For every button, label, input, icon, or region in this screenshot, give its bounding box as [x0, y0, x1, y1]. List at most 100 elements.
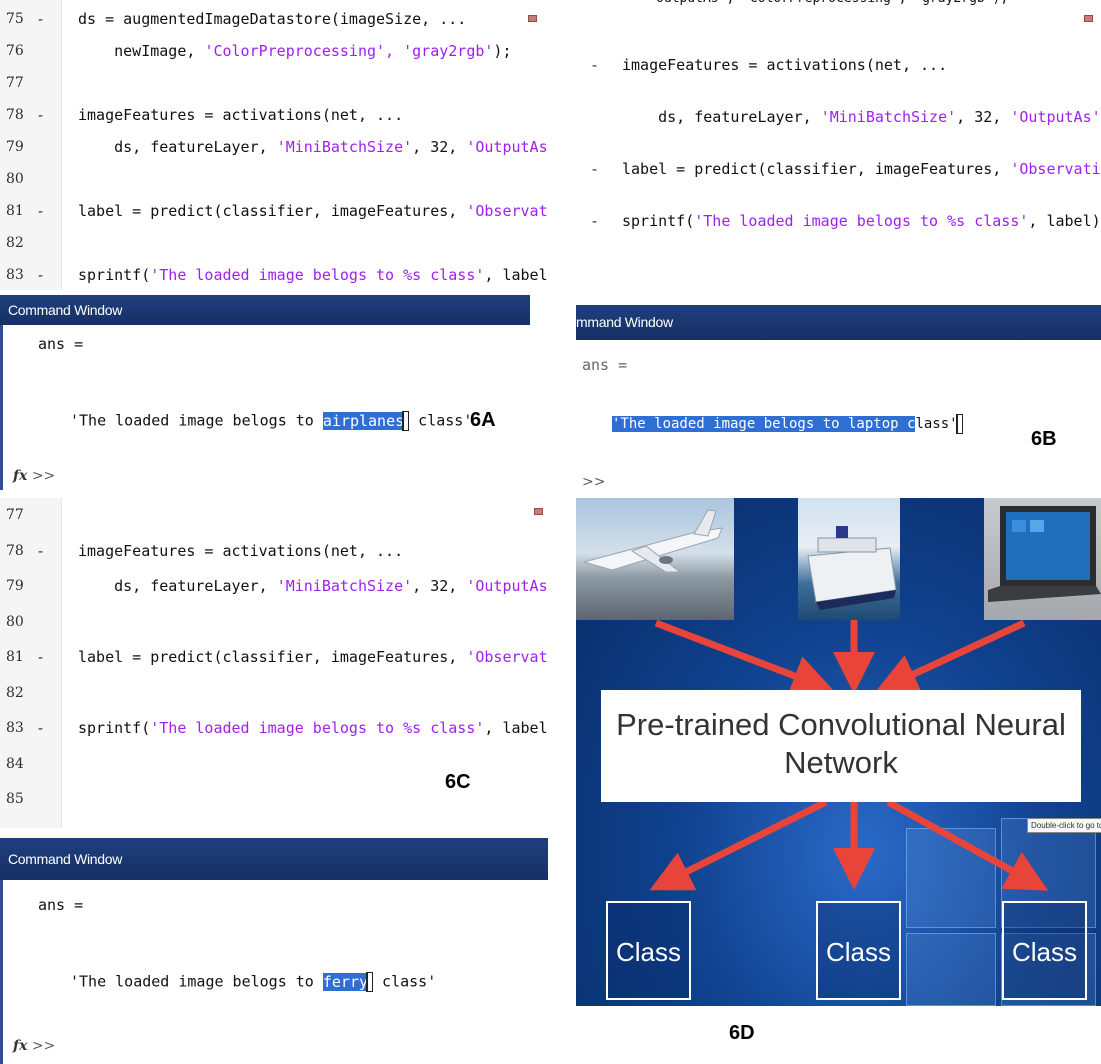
breakpoint-dash[interactable]: -: [36, 646, 45, 668]
figure-label-6c: 6C: [445, 771, 471, 793]
code-text: sprintf('The loaded image belogs to %s c…: [78, 266, 548, 284]
line-number: 81: [6, 203, 24, 219]
code-line[interactable]: 76 newImage, 'ColorPreprocessing', 'gray…: [0, 40, 548, 62]
code-line[interactable]: - label = predict(classifier, imageFeatur…: [576, 158, 1101, 180]
cnn-title-line2: Network: [784, 745, 898, 780]
command-window[interactable]: ans = 'The loaded image belogs to ferry …: [0, 880, 548, 1064]
class-box-3: Class 3: [1002, 901, 1087, 1000]
code-text: label = predict(classifier, imageFeature…: [78, 202, 548, 220]
figure-label-6d: 6D: [729, 1022, 755, 1044]
command-window-title[interactable]: mmand Window: [576, 305, 1101, 340]
breakpoint-dash[interactable]: -: [590, 54, 599, 76]
selected-text: ferry: [322, 972, 369, 991]
line-number: 77: [6, 75, 24, 91]
cnn-title-line1: Pre-trained Convolutional Neural: [616, 707, 1066, 742]
class-box-2: Class 2: [816, 901, 901, 1000]
ans-label: ans =: [582, 356, 628, 374]
command-window-title[interactable]: Command Window: [0, 295, 530, 325]
code-editor[interactable]: 75- ds = augmentedImageDatastore(imageSiz…: [0, 0, 548, 290]
panel-6c: 77 78- imageFeatures = activations(net, ..…: [0, 498, 548, 1064]
breakpoint-dash[interactable]: -: [590, 158, 599, 180]
error-marker-icon[interactable]: [1084, 15, 1093, 22]
error-marker-icon[interactable]: [534, 508, 543, 515]
code-line[interactable]: 83- sprintf('The loaded image belogs to %…: [0, 717, 548, 739]
line-number: 79: [6, 139, 24, 155]
line-number: 82: [6, 235, 24, 251]
command-output: 'The loaded image belogs to laptop class…: [612, 414, 963, 434]
code-line[interactable]: 79 ds, featureLayer, 'MiniBatchSize', 32…: [0, 136, 548, 158]
code-line[interactable]: ds, featureLayer, 'MiniBatchSize', 32, '…: [576, 106, 1101, 128]
class-box-1: Class 1: [606, 901, 691, 1000]
error-marker-icon[interactable]: [528, 15, 537, 22]
code-text: imageFeatures = activations(net, ...: [78, 541, 404, 560]
code-text: sprintf('The loaded image belogs to %s c…: [78, 719, 548, 737]
line-number: 78: [6, 107, 24, 123]
code-text: imageFeatures = activations(net, ...: [78, 106, 404, 124]
line-number: 75: [6, 11, 24, 27]
tooltip: Double-click to go to full: [1027, 818, 1101, 833]
line-number: 82: [6, 684, 24, 701]
code-line[interactable]: 78- imageFeatures = activations(net, ...: [0, 540, 548, 562]
command-window[interactable]: ans = 'The loaded image belogs to laptop…: [576, 340, 1101, 495]
code-text: ds = augmentedImageDatastore(imageSize, …: [78, 10, 467, 28]
panel-6a: 75- ds = augmentedImageDatastore(imageSiz…: [0, 0, 548, 490]
line-number: 83: [6, 720, 24, 736]
code-editor[interactable]: outputAs', 'ColorPreprocessing', 'gray2r…: [576, 0, 1101, 295]
arrow-laptop-to-cnn: [875, 619, 1026, 694]
code-line[interactable]: 79 ds, featureLayer, 'MiniBatchSize', 32…: [0, 575, 548, 597]
code-text: newImage, 'ColorPreprocessing', 'gray2rg…: [78, 42, 512, 60]
command-output: 'The loaded image belogs to airplanes cl…: [70, 411, 473, 431]
code-line[interactable]: 77: [0, 72, 548, 94]
text-cursor-icon: [955, 414, 963, 434]
code-line[interactable]: 78- imageFeatures = activations(net, ...: [0, 104, 548, 126]
code-line[interactable]: 81- label = predict(classifier, imageFeat…: [0, 200, 548, 222]
arrow-cnn-to-class3: [886, 798, 1049, 891]
arrow-cnn-to-class1: [649, 798, 828, 891]
figure-label-6b: 6B: [1031, 428, 1057, 450]
selected-text: airplanes: [322, 411, 405, 430]
breakpoint-dash[interactable]: -: [36, 104, 45, 126]
line-number: 84: [6, 755, 24, 772]
line-number: 76: [6, 43, 24, 59]
code-line[interactable]: - imageFeatures = activations(net, ...: [576, 54, 1101, 76]
line-number: 83: [6, 267, 24, 283]
command-prompt[interactable]: fx >>: [13, 468, 55, 484]
breakpoint-dash[interactable]: -: [36, 200, 45, 222]
line-number: 77: [6, 507, 24, 523]
line-number: 79: [6, 578, 24, 594]
code-line[interactable]: 82: [0, 682, 548, 704]
panel-6b: outputAs', 'ColorPreprocessing', 'gray2r…: [576, 0, 1101, 495]
line-number: 80: [6, 613, 24, 630]
breakpoint-dash[interactable]: -: [36, 8, 45, 30]
code-line[interactable]: 80: [0, 611, 548, 633]
code-text: label = predict(classifier, imageFeature…: [622, 160, 1101, 178]
code-text: label = predict(classifier, imageFeature…: [78, 648, 548, 666]
command-output: 'The loaded image belogs to ferry class': [70, 972, 437, 992]
command-prompt[interactable]: fx >>: [13, 1038, 55, 1054]
code-line[interactable]: 75- ds = augmentedImageDatastore(imageSiz…: [0, 8, 548, 30]
command-window-title[interactable]: Command Window: [0, 838, 548, 880]
function-browser-icon[interactable]: fx: [13, 468, 27, 484]
code-line[interactable]: 82: [0, 232, 548, 254]
line-number: 80: [6, 171, 24, 187]
function-browser-icon[interactable]: fx: [13, 1038, 27, 1054]
code-line[interactable]: 81- label = predict(classifier, imageFeat…: [0, 646, 548, 668]
code-text: ds, featureLayer, 'MiniBatchSize', 32, '…: [622, 108, 1101, 126]
code-line[interactable]: 83- sprintf('The loaded image belogs to %…: [0, 264, 548, 286]
breakpoint-dash[interactable]: -: [36, 717, 45, 739]
ans-label: ans =: [38, 896, 84, 914]
code-line[interactable]: - sprintf('The loaded image belogs to %s …: [576, 210, 1101, 232]
breakpoint-dash[interactable]: -: [36, 264, 45, 286]
cnn-diagram: Pre-trained Convolutional Neural Network…: [576, 498, 1101, 1006]
cnn-box: Pre-trained Convolutional Neural Network: [601, 690, 1081, 802]
code-line[interactable]: 77: [0, 504, 548, 526]
text-cursor-icon: [366, 972, 374, 992]
command-window[interactable]: ans = 'The loaded image belogs to airpla…: [0, 325, 530, 490]
breakpoint-dash[interactable]: -: [36, 540, 45, 562]
line-number: 85: [6, 791, 24, 807]
line-number: 81: [6, 649, 24, 665]
breakpoint-dash[interactable]: -: [590, 210, 599, 232]
code-line[interactable]: 80: [0, 168, 548, 190]
command-prompt[interactable]: >>: [582, 474, 605, 490]
line-number: 78: [6, 542, 24, 559]
